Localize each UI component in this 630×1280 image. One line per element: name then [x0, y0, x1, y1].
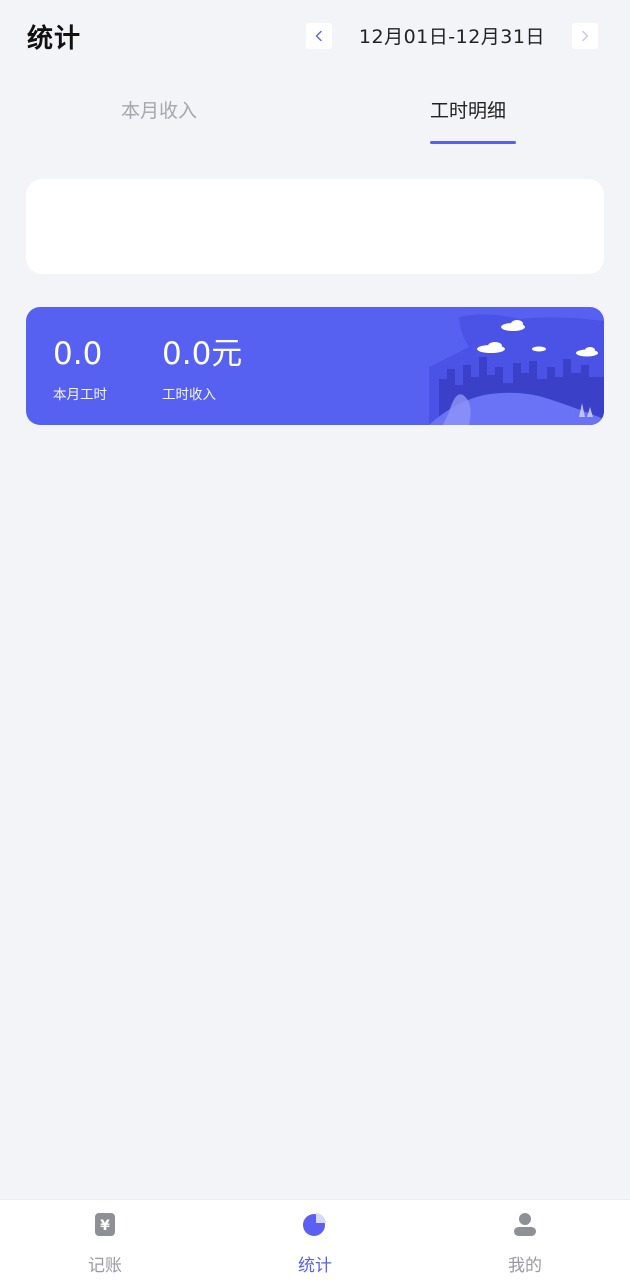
tabbar-label-ledger: 记账	[88, 1256, 122, 1276]
page-title: 统计	[27, 24, 82, 54]
tabbar-label-mine: 我的	[508, 1256, 542, 1276]
tab-bar: 本月收入 工时明细	[0, 84, 630, 148]
bottom-tab-bar: ¥ 记账 统计 我的	[0, 1199, 630, 1280]
income-label: 工时收入	[162, 387, 216, 403]
chevron-right-icon	[582, 30, 589, 41]
date-range-label[interactable]: 12月01日-12月31日	[359, 22, 545, 49]
tabbar-item-mine[interactable]: 我的	[475, 1210, 575, 1276]
hours-value: 0.0	[53, 336, 103, 372]
prev-month-button[interactable]	[305, 22, 332, 49]
tab-monthly-income[interactable]: 本月收入	[121, 96, 197, 123]
chevron-left-icon	[315, 30, 322, 41]
header: 统计 12月01日-12月31日	[0, 0, 630, 72]
active-tab-indicator	[430, 141, 516, 144]
svg-text:¥: ¥	[100, 1218, 110, 1234]
ledger-yen-icon: ¥	[95, 1213, 115, 1236]
income-stat: 0.0元 工时收入	[162, 335, 242, 403]
hours-stat: 0.0 本月工时	[53, 335, 107, 403]
pie-chart-icon	[303, 1213, 326, 1236]
date-navigator: 12月01日-12月31日	[305, 22, 598, 49]
tabbar-item-ledger[interactable]: ¥ 记账	[55, 1210, 155, 1276]
tabbar-label-stats: 统计	[298, 1256, 332, 1276]
tabbar-item-stats[interactable]: 统计	[265, 1210, 365, 1276]
summary-card: 0.0 本月工时 0.0元 工时收入	[26, 307, 604, 425]
next-month-button[interactable]	[572, 22, 598, 49]
user-icon	[514, 1213, 536, 1236]
empty-content-card	[26, 179, 604, 274]
tab-work-hours-detail[interactable]: 工时明细	[430, 96, 506, 123]
hours-label: 本月工时	[53, 387, 107, 403]
city-illustration	[429, 314, 604, 425]
income-value: 0.0元	[162, 336, 243, 372]
